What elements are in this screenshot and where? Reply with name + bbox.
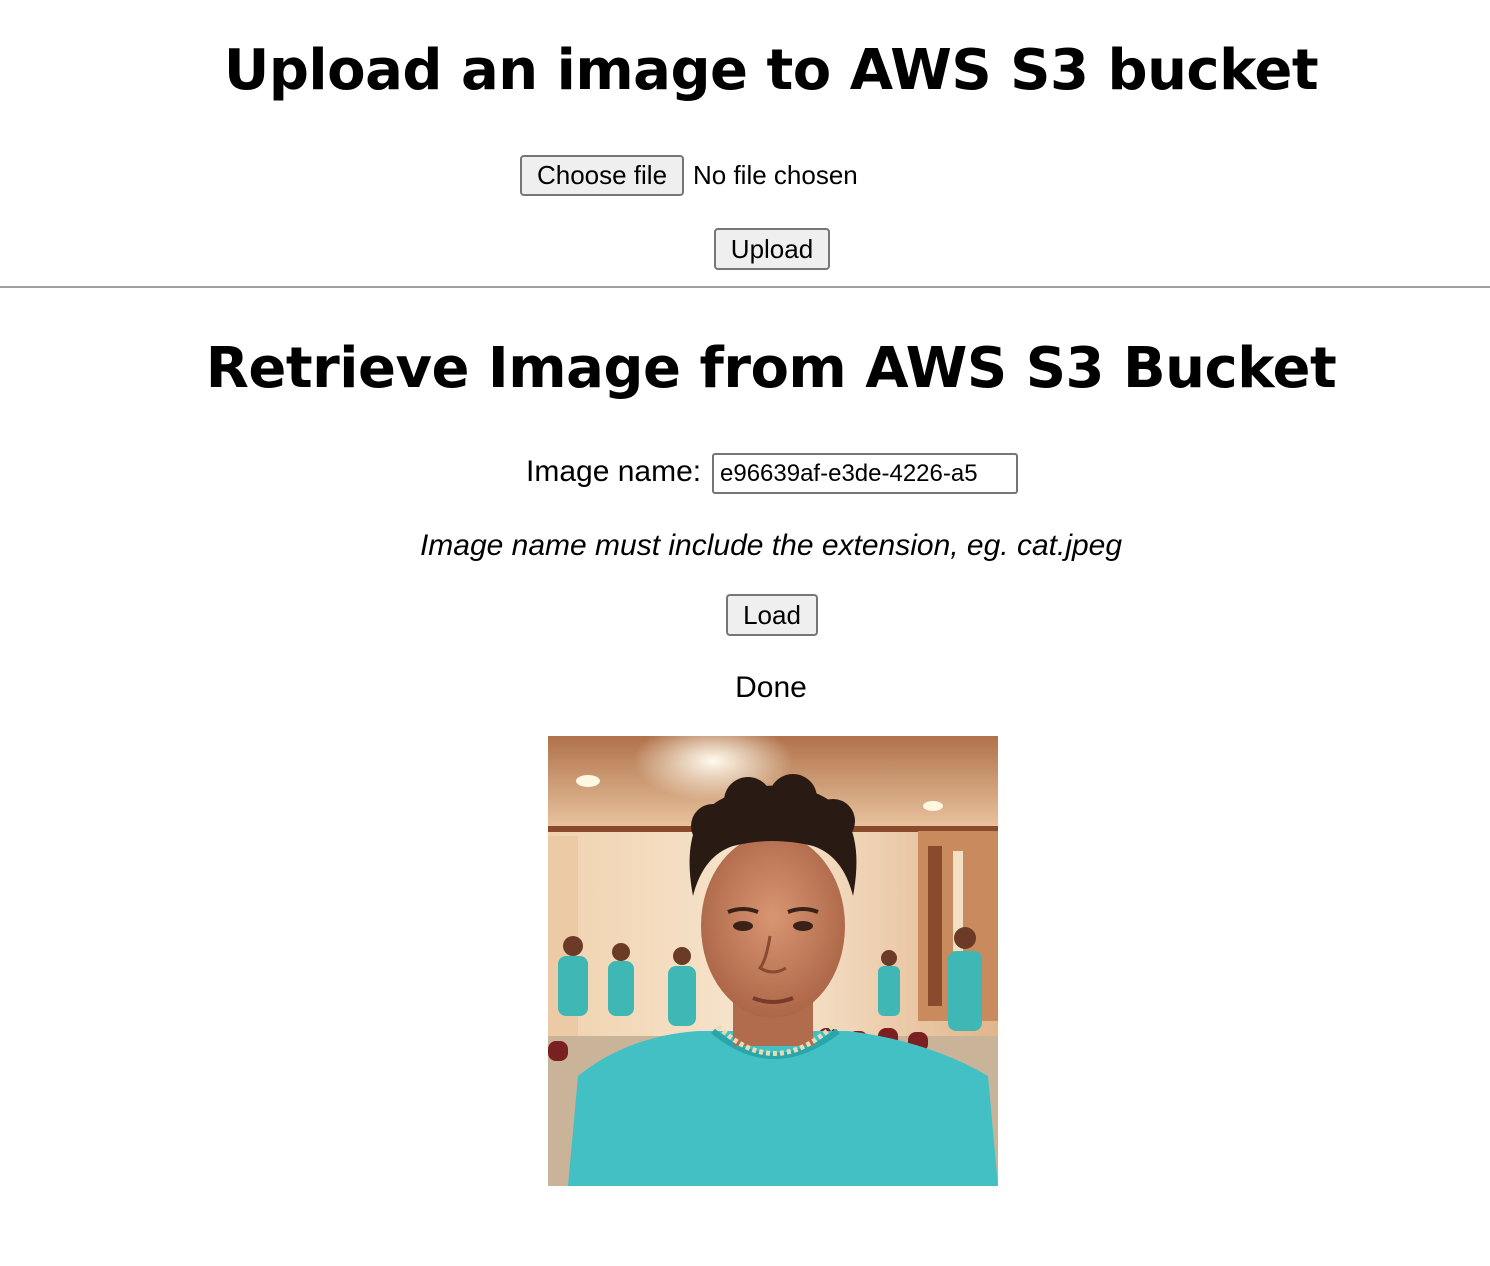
no-file-chosen-text: No file chosen	[693, 160, 858, 190]
load-button[interactable]: Load	[726, 594, 818, 636]
image-name-hint: Image name must include the extension, e…	[419, 529, 1123, 562]
upload-title: Upload an image to AWS S3 bucket	[223, 38, 1319, 103]
image-name-value: e96639af-e3de-4226-a5	[720, 460, 978, 487]
retrieve-title: Retrieve Image from AWS S3 Bucket	[205, 336, 1337, 401]
image-name-input[interactable]: e96639af-e3de-4226-a5	[712, 453, 1018, 494]
status-text: Done	[735, 671, 807, 704]
image-name-label: Image name:	[526, 455, 702, 488]
page: Upload an image to AWS S3 bucket Choose …	[0, 0, 1490, 1266]
retrieved-image	[548, 736, 998, 1186]
upload-button[interactable]: Upload	[714, 228, 830, 270]
choose-file-button[interactable]: Choose file	[520, 155, 684, 196]
divider	[0, 286, 1490, 288]
